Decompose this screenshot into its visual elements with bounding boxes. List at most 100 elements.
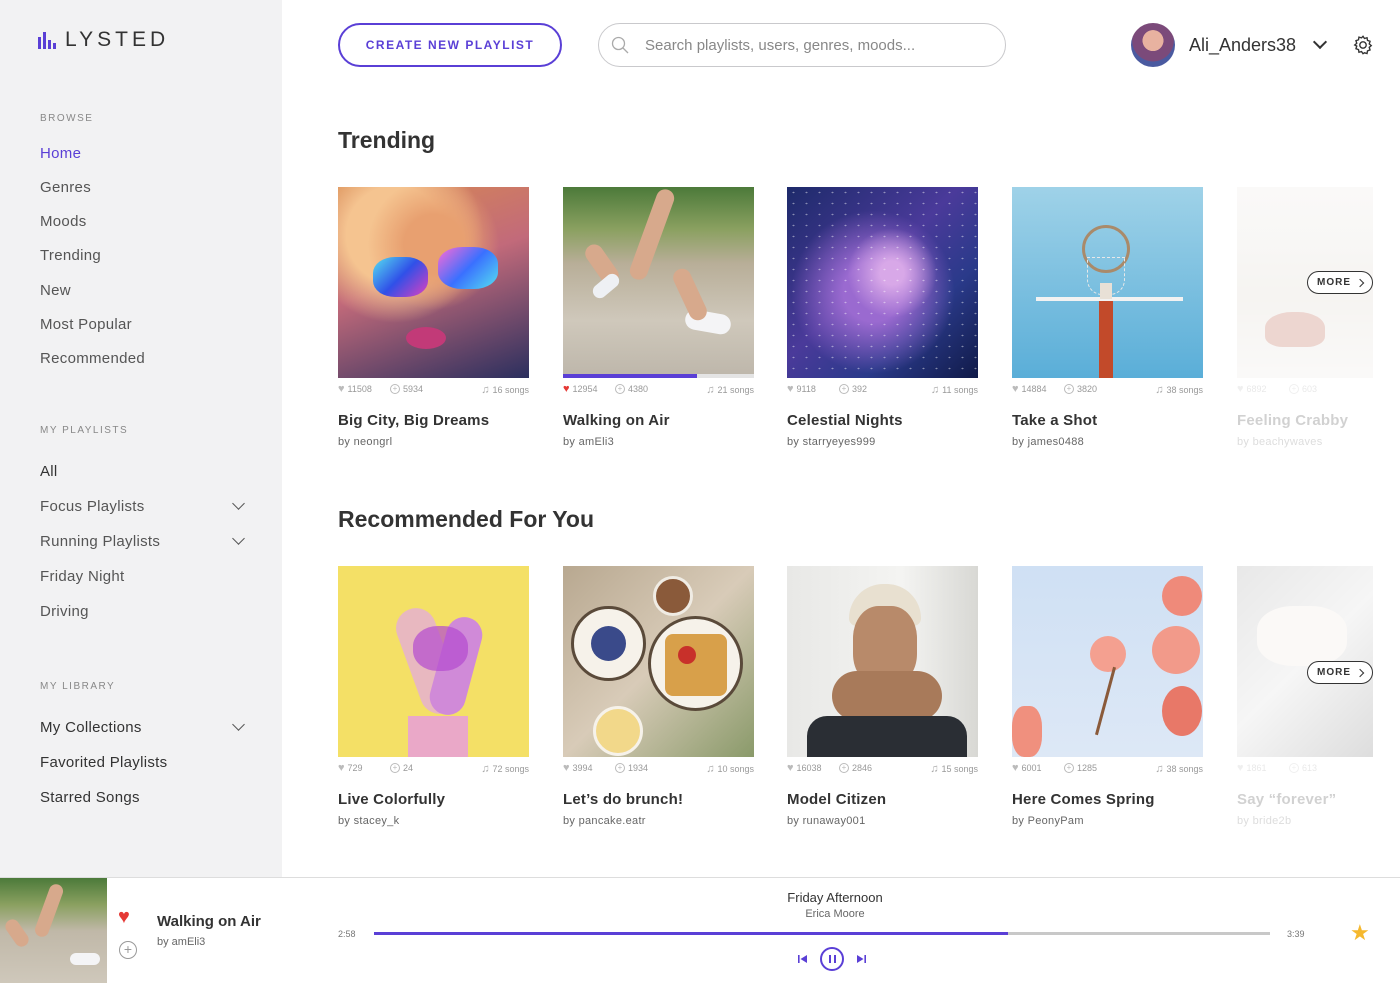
- like-count[interactable]: ♥ 11508: [338, 383, 372, 394]
- playlist-author[interactable]: by bride2b: [1237, 815, 1373, 827]
- time-elapsed: 2:58: [338, 929, 356, 939]
- gear-icon[interactable]: [1352, 34, 1374, 56]
- playlist-author[interactable]: by runaway001: [787, 815, 978, 827]
- search-input[interactable]: [645, 36, 985, 54]
- playlist-title[interactable]: Feeling Crabby: [1237, 412, 1373, 429]
- playlist-author[interactable]: by pancake.eatr: [563, 815, 754, 827]
- playlist-author[interactable]: by beachywaves: [1237, 436, 1373, 448]
- playlist-stats: ♥ 1861 +613: [1237, 762, 1373, 781]
- playlist-card[interactable]: ♥ 12954 +4380 ♫ 21 songs Walking on Air by…: [563, 187, 754, 448]
- playlist-cover: [787, 566, 978, 757]
- playlist-card[interactable]: ♥ 16038 +2846 ♫ 15 songs Model Citizen by …: [787, 566, 978, 827]
- playlist-title[interactable]: Let’s do brunch!: [563, 791, 754, 808]
- like-count[interactable]: ♥ 729: [338, 762, 363, 773]
- playlist-title[interactable]: Big City, Big Dreams: [338, 412, 529, 429]
- add-count[interactable]: +603: [1289, 384, 1317, 394]
- heart-icon[interactable]: ♥: [118, 906, 130, 929]
- add-circle-icon: +: [615, 384, 625, 394]
- sidebar-item-moods[interactable]: Moods: [40, 213, 87, 230]
- add-count[interactable]: +2846: [839, 763, 872, 773]
- like-count[interactable]: ♥ 3994: [563, 762, 593, 773]
- add-count[interactable]: +613: [1289, 763, 1317, 773]
- playlist-title[interactable]: Walking on Air: [563, 412, 754, 429]
- sidebar-item-driving[interactable]: Driving: [40, 603, 89, 620]
- sidebar-item-running-playlists[interactable]: Running Playlists: [40, 533, 160, 550]
- like-count[interactable]: ♥ 9118: [787, 383, 816, 394]
- avatar[interactable]: [1131, 23, 1175, 67]
- add-count[interactable]: +1934: [615, 763, 648, 773]
- sidebar-item-genres[interactable]: Genres: [40, 179, 91, 196]
- like-count[interactable]: ♥ 6001: [1012, 762, 1042, 773]
- sidebar-item-starred-songs[interactable]: Starred Songs: [40, 789, 140, 806]
- sidebar-item-all[interactable]: All: [40, 463, 58, 480]
- like-count[interactable]: ♥ 16038: [787, 762, 822, 773]
- more-recommended-button[interactable]: MORE: [1307, 661, 1373, 684]
- playlist-author[interactable]: by stacey_k: [338, 815, 529, 827]
- music-note-icon: ♫: [481, 763, 490, 775]
- playlist-stats: ♥ 16038 +2846 ♫ 15 songs: [787, 762, 978, 781]
- next-track-icon[interactable]: [855, 954, 867, 964]
- heart-icon: ♥: [1237, 382, 1244, 395]
- more-trending-button[interactable]: MORE: [1307, 271, 1373, 294]
- now-playing-cover[interactable]: [0, 878, 107, 983]
- star-icon[interactable]: ★: [1350, 920, 1370, 946]
- sidebar-item-focus-playlists[interactable]: Focus Playlists: [40, 498, 145, 515]
- playlist-author[interactable]: by starryeyes999: [787, 436, 978, 448]
- pause-icon[interactable]: [820, 947, 844, 971]
- sidebar-item-favorited-playlists[interactable]: Favorited Playlists: [40, 754, 167, 771]
- playlist-author[interactable]: by james0488: [1012, 436, 1203, 448]
- now-playing-playlist-author[interactable]: by amEli3: [157, 936, 205, 948]
- add-circle-icon: +: [1064, 384, 1074, 394]
- playlist-title[interactable]: Model Citizen: [787, 791, 978, 808]
- playlist-author[interactable]: by PeonyPam: [1012, 815, 1203, 827]
- add-count[interactable]: +5934: [390, 384, 423, 394]
- playlist-card[interactable]: ♥ 3994 +1934 ♫ 10 songs Let’s do brunch! b…: [563, 566, 754, 827]
- playlist-card[interactable]: ♥ 9118 +392 ♫ 11 songs Celestial Nights by…: [787, 187, 978, 448]
- now-playing-playlist-title[interactable]: Walking on Air: [157, 913, 261, 930]
- logo[interactable]: LYSTED: [38, 28, 169, 52]
- playlist-author[interactable]: by neongrl: [338, 436, 529, 448]
- chevron-down-icon[interactable]: [232, 718, 245, 731]
- song-count: ♫ 72 songs: [481, 763, 529, 775]
- playlist-title[interactable]: Take a Shot: [1012, 412, 1203, 429]
- playlist-title[interactable]: Say “forever”: [1237, 791, 1373, 808]
- music-note-icon: ♫: [706, 384, 715, 396]
- sidebar-item-my-collections[interactable]: My Collections: [40, 719, 142, 736]
- sidebar-item-home[interactable]: Home: [40, 145, 81, 162]
- playlist-card[interactable]: ♥ 6001 +1285 ♫ 38 songs Here Comes Spring …: [1012, 566, 1203, 827]
- playlist-title[interactable]: Celestial Nights: [787, 412, 978, 429]
- playlist-cover: [1012, 187, 1203, 378]
- sidebar-item-trending[interactable]: Trending: [40, 247, 101, 264]
- add-count[interactable]: +392: [839, 384, 867, 394]
- create-playlist-button[interactable]: CREATE NEW PLAYLIST: [338, 23, 562, 67]
- username[interactable]: Ali_Anders38: [1189, 35, 1296, 56]
- previous-track-icon[interactable]: [797, 954, 809, 964]
- sidebar-item-recommended[interactable]: Recommended: [40, 350, 145, 367]
- playlist-title[interactable]: Live Colorfully: [338, 791, 529, 808]
- music-note-icon: ♫: [706, 763, 715, 775]
- playlist-card[interactable]: ♥ 14884 +3820 ♫ 38 songs Take a Shot by ja…: [1012, 187, 1203, 448]
- playlist-title[interactable]: Here Comes Spring: [1012, 791, 1203, 808]
- add-count[interactable]: +24: [390, 763, 413, 773]
- playlist-card[interactable]: ♥ 6892 +603 Feeling Crabby by beachywaves: [1237, 187, 1373, 448]
- playlist-card[interactable]: ♥ 729 +24 ♫ 72 songs Live Colorfully by st…: [338, 566, 529, 827]
- sidebar-item-most-popular[interactable]: Most Popular: [40, 316, 132, 333]
- playlist-card[interactable]: ♥ 11508 +5934 ♫ 16 songs Big City, Big Dre…: [338, 187, 529, 448]
- chevron-down-icon[interactable]: [1312, 34, 1328, 50]
- add-count[interactable]: +4380: [615, 384, 648, 394]
- playlist-card[interactable]: ♥ 1861 +613 Say “forever” by bride2b: [1237, 566, 1373, 827]
- chevron-down-icon[interactable]: [232, 532, 245, 545]
- playlist-stats: ♥ 12954 +4380 ♫ 21 songs: [563, 383, 754, 402]
- add-count[interactable]: +1285: [1064, 763, 1097, 773]
- add-count[interactable]: +3820: [1064, 384, 1097, 394]
- like-count[interactable]: ♥ 12954: [563, 383, 598, 394]
- like-count[interactable]: ♥ 1861: [1237, 762, 1267, 773]
- playlist-author[interactable]: by amEli3: [563, 436, 754, 448]
- like-count[interactable]: ♥ 6892: [1237, 382, 1267, 395]
- add-circle-icon[interactable]: +: [119, 941, 137, 959]
- chevron-down-icon[interactable]: [232, 497, 245, 510]
- sidebar-item-new[interactable]: New: [40, 282, 71, 299]
- like-count[interactable]: ♥ 14884: [1012, 383, 1047, 394]
- playback-progress-bar[interactable]: [374, 932, 1270, 935]
- sidebar-item-friday-night[interactable]: Friday Night: [40, 568, 124, 585]
